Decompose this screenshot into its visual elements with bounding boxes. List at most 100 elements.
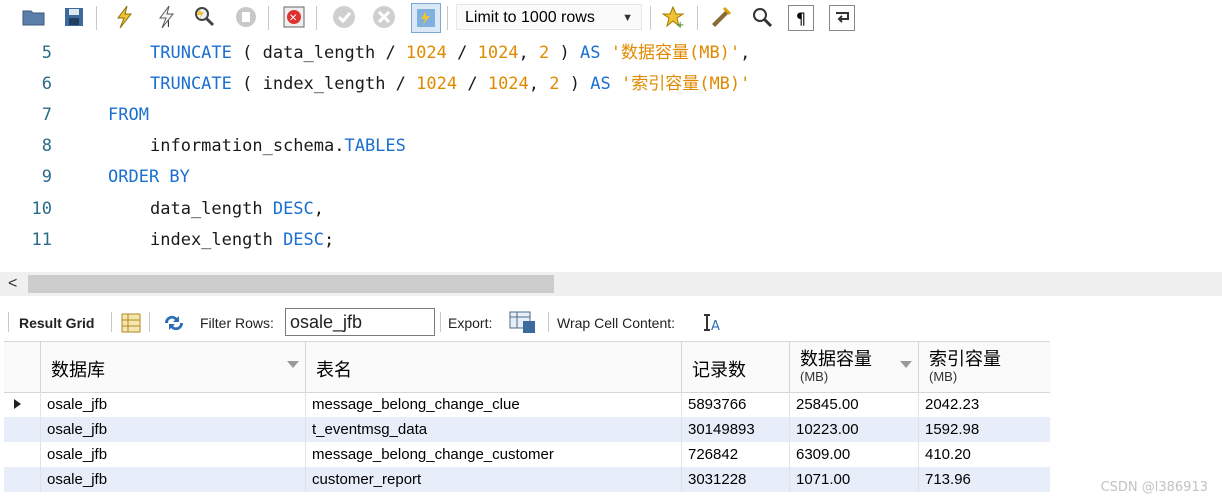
beautify-icon[interactable] xyxy=(707,3,735,31)
result-grid-tab[interactable]: Result Grid xyxy=(19,300,94,338)
filter-rows-input[interactable]: osale_jfb xyxy=(285,308,435,336)
column-header-label: 索引容量 xyxy=(929,349,1001,369)
autocommit-toggle-icon[interactable] xyxy=(411,3,441,33)
execute-current-statement-icon[interactable]: I xyxy=(152,3,180,31)
table-row[interactable]: osale_jfb customer_report 3031228 1071.00 71… xyxy=(4,467,1050,492)
find-icon[interactable] xyxy=(748,3,776,31)
chevron-down-icon: ▼ xyxy=(622,12,633,24)
export-icon[interactable] xyxy=(509,300,537,338)
scrollbar-thumb[interactable] xyxy=(28,275,554,293)
scroll-left-icon[interactable]: < xyxy=(8,272,17,296)
save-icon[interactable] xyxy=(60,3,88,31)
table-cell[interactable]: osale_jfb xyxy=(40,467,305,492)
grid-header: 数据库 表名 记录数 数据容量 (MB) 索引容量 (MB) xyxy=(4,341,1050,393)
table-cell[interactable]: osale_jfb xyxy=(40,392,305,417)
table-cell[interactable]: t_eventmsg_data xyxy=(305,417,681,442)
limit-rows-value: Limit to 1000 rows xyxy=(465,9,595,26)
code-token: 1024 xyxy=(487,74,529,94)
add-favorite-icon[interactable]: + xyxy=(659,3,687,31)
code-token: data_length xyxy=(150,199,273,219)
toggle-error-stop-icon[interactable]: ✕ xyxy=(280,3,308,31)
code-token: 2 xyxy=(539,43,550,63)
table-cell[interactable]: 5893766 xyxy=(681,392,789,417)
line-number: 10 xyxy=(31,199,52,219)
table-row[interactable]: osale_jfb message_belong_change_clue 58937… xyxy=(4,392,1050,417)
code-token: / xyxy=(385,74,417,94)
table-cell[interactable]: 3031228 xyxy=(681,467,789,492)
code-line[interactable]: 7 FROM xyxy=(0,100,1222,131)
table-cell[interactable]: 10223.00 xyxy=(789,417,918,442)
row-selector[interactable] xyxy=(4,392,40,417)
column-header[interactable]: 数据容量 (MB) xyxy=(789,342,918,392)
rollback-icon[interactable] xyxy=(370,3,398,31)
table-cell[interactable]: 1592.98 xyxy=(918,417,1050,442)
table-row[interactable]: osale_jfb t_eventmsg_data 30149893 10223.00… xyxy=(4,417,1050,442)
row-selector[interactable] xyxy=(4,442,40,467)
code-line[interactable]: 9 ORDER BY xyxy=(0,162,1222,193)
code-token: data_length xyxy=(262,43,376,63)
code-text: data_length DESC, xyxy=(150,194,324,225)
line-number: 6 xyxy=(41,74,52,94)
code-token: ) xyxy=(549,43,580,63)
code-token: TRUNCATE xyxy=(150,43,232,63)
grid-layout-icon[interactable] xyxy=(121,300,141,338)
table-cell[interactable]: 410.20 xyxy=(918,442,1050,467)
code-token: , xyxy=(518,43,540,63)
code-token: / xyxy=(457,74,488,94)
column-header[interactable]: 记录数 xyxy=(681,342,789,392)
table-cell[interactable]: 1071.00 xyxy=(789,467,918,492)
sort-dropdown-icon[interactable] xyxy=(287,361,299,368)
table-row[interactable]: osale_jfb message_belong_change_customer 7… xyxy=(4,442,1050,467)
commit-icon[interactable] xyxy=(330,3,358,31)
table-cell[interactable]: 30149893 xyxy=(681,417,789,442)
table-cell[interactable]: osale_jfb xyxy=(40,417,305,442)
svg-text:I: I xyxy=(167,20,170,29)
table-cell[interactable]: 713.96 xyxy=(918,467,1050,492)
refresh-icon[interactable] xyxy=(162,300,186,338)
column-header[interactable]: 索引容量 (MB) xyxy=(918,342,1050,392)
code-token: ORDER BY xyxy=(108,167,190,187)
table-cell[interactable]: customer_report xyxy=(305,467,681,492)
code-token: index_length xyxy=(262,74,386,94)
table-cell[interactable]: message_belong_change_customer xyxy=(305,442,681,467)
code-line[interactable]: 8 information_schema.TABLES xyxy=(0,131,1222,162)
column-header-label: 记录数 xyxy=(692,360,746,380)
code-line[interactable]: 11 index_length DESC; xyxy=(0,225,1222,256)
column-header-unit: (MB) xyxy=(800,369,829,384)
execute-icon[interactable] xyxy=(110,3,138,31)
svg-text:A: A xyxy=(711,319,720,333)
column-header-unit: (MB) xyxy=(929,369,958,384)
table-cell[interactable]: osale_jfb xyxy=(40,442,305,467)
code-token: ; xyxy=(324,230,335,250)
sql-editor[interactable]: 5 TRUNCATE ( data_length / 1024 / 1024, 2… xyxy=(0,36,1222,272)
row-selector[interactable] xyxy=(4,467,40,492)
line-number: 9 xyxy=(41,167,52,187)
table-cell[interactable]: 6309.00 xyxy=(789,442,918,467)
code-text: ORDER BY xyxy=(108,162,190,193)
stop-icon[interactable] xyxy=(232,3,260,31)
code-line[interactable]: 10 data_length DESC, xyxy=(0,194,1222,225)
column-header[interactable]: 数据库 xyxy=(40,342,305,392)
sort-dropdown-icon[interactable] xyxy=(900,361,912,368)
table-cell[interactable]: 726842 xyxy=(681,442,789,467)
column-header-label: 数据库 xyxy=(51,360,105,380)
explain-icon[interactable] xyxy=(191,3,219,31)
code-text: FROM xyxy=(108,100,149,131)
current-row-arrow-icon xyxy=(14,399,21,409)
limit-rows-select[interactable]: Limit to 1000 rows ▼ xyxy=(456,4,642,30)
table-cell[interactable]: message_belong_change_clue xyxy=(305,392,681,417)
open-folder-icon[interactable] xyxy=(20,3,48,31)
code-line[interactable]: 5 TRUNCATE ( data_length / 1024 / 1024, 2… xyxy=(0,38,1222,69)
table-cell[interactable]: 2042.23 xyxy=(918,392,1050,417)
word-wrap-icon[interactable] xyxy=(829,5,855,31)
code-line[interactable]: 6 TRUNCATE ( index_length / 1024 / 1024, … xyxy=(0,69,1222,100)
row-selector[interactable] xyxy=(4,417,40,442)
code-token: 1024 xyxy=(416,74,458,94)
editor-horizontal-scrollbar[interactable]: < xyxy=(0,272,1222,296)
table-cell[interactable]: 25845.00 xyxy=(789,392,918,417)
invisible-characters-icon[interactable]: ¶ xyxy=(788,5,814,31)
column-header[interactable]: 表名 xyxy=(305,342,681,392)
wrap-cell-content-icon[interactable]: A xyxy=(702,300,722,338)
